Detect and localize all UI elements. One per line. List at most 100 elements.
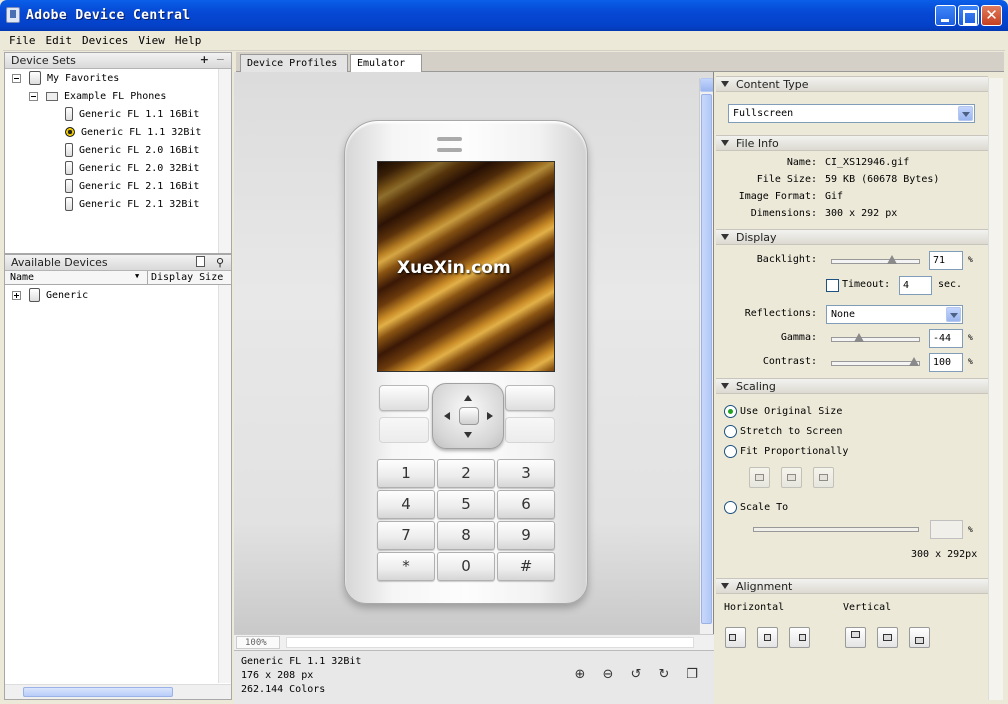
phone-screen[interactable]: XueXin.com [377, 161, 555, 372]
copy-screenshot-icon[interactable]: ❐ [684, 667, 700, 683]
properties-scrollbar[interactable] [988, 78, 1003, 700]
device-library-icon[interactable] [196, 256, 205, 267]
section-alignment[interactable]: Alignment [716, 578, 988, 594]
radio-fit-proportionally[interactable] [724, 445, 737, 458]
slider-thumb[interactable] [854, 333, 864, 342]
radio-use-original-size[interactable] [724, 405, 737, 418]
contrast-slider[interactable] [831, 357, 920, 366]
fit-width-icon[interactable] [781, 467, 802, 488]
section-file-info[interactable]: File Info [716, 135, 988, 151]
tree-generic[interactable]: Generic [12, 288, 88, 304]
device-item[interactable]: Generic FL 2.1 16Bit [65, 179, 199, 195]
devices-hscrollbar[interactable] [5, 684, 231, 699]
gamma-input[interactable]: -44 [929, 329, 963, 348]
scale-input[interactable] [930, 520, 963, 539]
menu-view[interactable]: View [132, 31, 169, 47]
dpad-left-icon[interactable] [444, 412, 450, 420]
add-set-button[interactable]: + [200, 53, 209, 66]
column-name[interactable]: Name [10, 272, 34, 283]
menu-edit[interactable]: Edit [40, 31, 77, 47]
expand-icon[interactable] [12, 290, 21, 300]
tab-emulator[interactable]: Emulator [350, 54, 422, 72]
radio-stretch-to-screen[interactable] [724, 425, 737, 438]
align-bottom-icon[interactable] [909, 627, 930, 648]
remove-set-button[interactable]: − [216, 53, 225, 66]
zoom-in-icon[interactable]: ⊕ [572, 667, 588, 683]
dpad[interactable] [432, 383, 504, 449]
key-3[interactable]: 3 [497, 459, 555, 488]
left-softkey[interactable] [379, 385, 429, 411]
reflections-select[interactable]: None [826, 305, 963, 324]
device-item[interactable]: Generic FL 2.1 32Bit [65, 197, 199, 213]
dpad-right-icon[interactable] [487, 412, 493, 420]
key-4[interactable]: 4 [377, 490, 435, 519]
emulator-vscrollbar[interactable] [699, 78, 713, 634]
align-center-h-icon[interactable] [757, 627, 778, 648]
slider-thumb[interactable] [887, 255, 897, 264]
scale-slider[interactable] [753, 527, 919, 532]
collapse-icon[interactable] [29, 91, 38, 101]
menu-help[interactable]: Help [169, 31, 206, 47]
scroll-track[interactable] [286, 637, 694, 648]
key-hash[interactable]: # [497, 552, 555, 581]
backlight-input[interactable]: 71 [929, 251, 963, 270]
fit-both-icon[interactable] [749, 467, 770, 488]
timeout-input[interactable]: 4 [899, 276, 932, 295]
devices-scrollbar[interactable] [218, 285, 231, 683]
chevron-down-icon[interactable] [958, 106, 973, 121]
key-7[interactable]: 7 [377, 521, 435, 550]
device-item[interactable]: Generic FL 1.1 16Bit [65, 107, 199, 123]
column-display-size[interactable]: Display Size [151, 272, 223, 283]
collapse-icon[interactable] [12, 73, 21, 83]
dpad-up-icon[interactable] [464, 395, 472, 401]
device-item[interactable]: Generic FL 2.0 32Bit [65, 161, 199, 177]
contrast-input[interactable]: 100 [929, 353, 963, 372]
end-key[interactable] [505, 417, 555, 443]
right-softkey[interactable] [505, 385, 555, 411]
menu-file[interactable]: File [3, 31, 40, 47]
scroll-up-button[interactable] [700, 78, 713, 92]
search-icon[interactable]: ⚲ [216, 256, 224, 269]
zoom-level[interactable]: 100% [236, 636, 280, 649]
section-scaling[interactable]: Scaling [716, 378, 988, 394]
align-left-icon[interactable] [725, 627, 746, 648]
radio-scale-to[interactable] [724, 501, 737, 514]
call-key[interactable] [379, 417, 429, 443]
align-right-icon[interactable] [789, 627, 810, 648]
align-middle-v-icon[interactable] [877, 627, 898, 648]
maximize-button[interactable] [958, 5, 979, 26]
device-item-selected[interactable]: Generic FL 1.1 32Bit [65, 125, 201, 141]
content-type-select[interactable]: Fullscreen [728, 104, 975, 123]
gamma-slider[interactable] [831, 333, 920, 342]
title-bar[interactable]: Adobe Device Central ✕ [0, 0, 1008, 31]
device-sets-scrollbar[interactable] [218, 69, 231, 253]
close-button[interactable]: ✕ [981, 5, 1002, 26]
scroll-thumb[interactable] [23, 687, 173, 697]
key-8[interactable]: 8 [437, 521, 495, 550]
zoom-out-icon[interactable]: ⊖ [600, 667, 616, 683]
key-5[interactable]: 5 [437, 490, 495, 519]
dpad-select[interactable] [459, 407, 479, 425]
emulator-hscrollbar[interactable]: 100% [234, 634, 714, 650]
key-0[interactable]: 0 [437, 552, 495, 581]
key-9[interactable]: 9 [497, 521, 555, 550]
key-star[interactable]: * [377, 552, 435, 581]
backlight-slider[interactable] [831, 255, 920, 264]
scroll-thumb[interactable] [701, 94, 712, 624]
tab-device-profiles[interactable]: Device Profiles [240, 54, 348, 72]
minimize-button[interactable] [935, 5, 956, 26]
key-2[interactable]: 2 [437, 459, 495, 488]
key-1[interactable]: 1 [377, 459, 435, 488]
tree-root-favorites[interactable]: My Favorites [12, 71, 119, 87]
slider-thumb[interactable] [909, 357, 919, 366]
section-display[interactable]: Display [716, 229, 988, 245]
tree-folder[interactable]: Example FL Phones [29, 89, 166, 105]
device-item[interactable]: Generic FL 2.0 16Bit [65, 143, 199, 159]
timeout-checkbox[interactable] [826, 279, 839, 292]
fit-height-icon[interactable] [813, 467, 834, 488]
rotate-right-icon[interactable]: ↻ [656, 667, 672, 683]
section-content-type[interactable]: Content Type [716, 76, 988, 92]
key-6[interactable]: 6 [497, 490, 555, 519]
dpad-down-icon[interactable] [464, 432, 472, 438]
menu-devices[interactable]: Devices [76, 31, 132, 47]
